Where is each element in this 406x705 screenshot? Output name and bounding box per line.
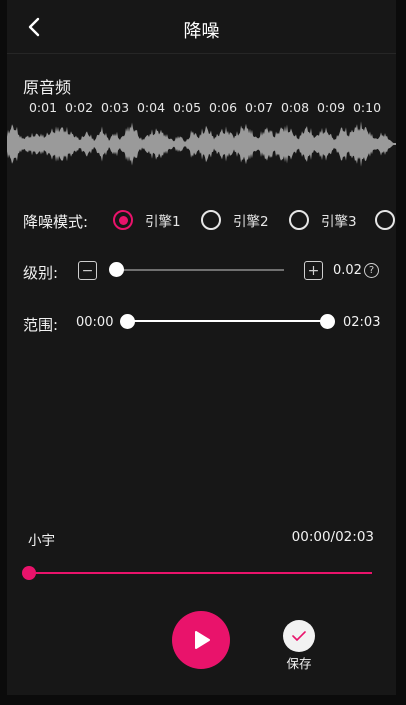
mode-option-2[interactable]: 引擎2 — [201, 209, 269, 231]
level-label: 级别: — [23, 264, 59, 282]
save-button[interactable] — [283, 620, 315, 652]
play-icon — [195, 631, 210, 649]
mode-option-1[interactable]: 引擎1 — [113, 209, 181, 231]
level-slider-thumb[interactable] — [109, 262, 124, 277]
timeline-tick-label: 0:08 — [280, 100, 310, 115]
radio-unchecked-icon — [375, 210, 395, 230]
timeline-tick-label: 0:05 — [172, 100, 202, 115]
original-audio-label: 原音频 — [23, 78, 72, 97]
page-title: 降噪 — [183, 21, 220, 42]
timeline-tick-label: 0:01 — [28, 100, 58, 115]
mode-label: 降噪模式: — [23, 213, 89, 231]
playback-time: 00:00/02:03 — [291, 529, 374, 545]
help-icon[interactable]: ? — [364, 263, 379, 278]
mode-option-3[interactable]: 引擎3 — [289, 209, 357, 231]
waveform[interactable] — [7, 114, 396, 174]
timeline-tick-label: 0:06 — [208, 100, 238, 115]
range-end-thumb[interactable] — [320, 314, 335, 329]
timeline-tick-label: 0:03 — [100, 100, 130, 115]
screen: 降噪 原音频 0:01 0:02 0:03 0:04 0:05 0:06 0:07 0:08 0… — [7, 0, 396, 695]
waveform-panel[interactable]: 0:01 0:02 0:03 0:04 0:05 0:06 0:07 0:08 0:09 0:10 — [7, 100, 396, 174]
radio-unchecked-icon — [289, 210, 309, 230]
level-slider-track[interactable] — [116, 269, 284, 271]
radio-dot — [118, 215, 128, 225]
timeline-tick-label: 0:09 — [316, 100, 346, 115]
mode-option-label: 引擎1 — [145, 214, 181, 230]
timeline-tick-label: 0:07 — [244, 100, 274, 115]
level-decrease-button[interactable]: − — [78, 261, 97, 280]
mode-option-4[interactable] — [375, 209, 406, 231]
playback-progress-thumb[interactable] — [22, 566, 36, 580]
check-icon — [292, 631, 306, 641]
level-value: 0.02 — [333, 263, 362, 278]
track-name: 小宇 — [28, 533, 55, 549]
mode-option-label: 引擎2 — [233, 214, 269, 230]
range-start-time: 00:00 — [76, 315, 114, 330]
radio-checked-icon — [113, 210, 133, 230]
level-increase-button[interactable]: + — [304, 261, 323, 280]
timeline-tick-label: 0:10 — [352, 100, 382, 115]
mode-option-label: 引擎3 — [321, 214, 357, 230]
range-label: 范围: — [23, 316, 59, 334]
play-button[interactable] — [172, 611, 230, 669]
playback-progress-track[interactable] — [29, 572, 372, 574]
range-slider-track[interactable] — [127, 320, 328, 322]
timeline-tick-label: 0:02 — [64, 100, 94, 115]
range-end-time: 02:03 — [343, 315, 381, 330]
save-label: 保存 — [286, 656, 312, 671]
timeline-tick-label: 0:04 — [136, 100, 166, 115]
radio-unchecked-icon — [201, 210, 221, 230]
top-bar: 降噪 — [7, 0, 396, 54]
range-start-thumb[interactable] — [120, 314, 135, 329]
